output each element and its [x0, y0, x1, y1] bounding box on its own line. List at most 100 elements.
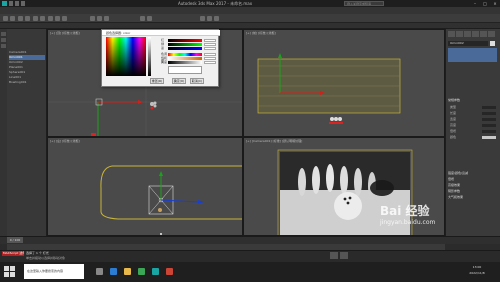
- mirror-icon[interactable]: [140, 16, 145, 21]
- unlink-icon[interactable]: [25, 16, 30, 21]
- value-label: 亮度: [161, 60, 168, 64]
- undo-icon[interactable]: [3, 16, 8, 21]
- color-picker-title[interactable]: 颜色选择器: color: [102, 30, 220, 36]
- material-editor-icon[interactable]: [200, 16, 205, 21]
- utilities-tab-icon[interactable]: [488, 31, 495, 37]
- saturation-slider[interactable]: [168, 57, 202, 60]
- blue-slider[interactable]: [168, 47, 202, 50]
- color-label: 颜色: [450, 135, 457, 139]
- brightness-slider[interactable]: [148, 37, 151, 76]
- main-toolbar: [0, 14, 500, 23]
- open-file-icon[interactable]: [15, 1, 19, 6]
- value-slider[interactable]: [168, 61, 202, 64]
- snap-icon[interactable]: [90, 16, 95, 21]
- modifier-stack-item[interactable]: [448, 48, 497, 62]
- chrome-icon[interactable]: [138, 268, 145, 275]
- select-icon[interactable]: [33, 16, 38, 21]
- object-name-field[interactable]: Omni002: [448, 41, 488, 46]
- saturation-value-field[interactable]: [204, 57, 216, 60]
- display-tab-icon[interactable]: [480, 31, 487, 37]
- task-view-icon[interactable]: [96, 268, 103, 275]
- create-tab-icon[interactable]: [448, 31, 455, 37]
- play-button[interactable]: [330, 252, 338, 259]
- height-label: 高度: [450, 123, 457, 127]
- width-row: 宽度: [450, 117, 499, 122]
- viewport-left-graphics: [100, 165, 242, 235]
- percent-snap-icon[interactable]: [104, 16, 109, 21]
- app-taskbar-icon[interactable]: [166, 268, 173, 275]
- reset-button[interactable]: 重置(R): [150, 78, 164, 84]
- align-icon[interactable]: [147, 16, 152, 21]
- redo-icon[interactable]: [10, 16, 15, 21]
- advanced-effects-rollout[interactable]: 高级效果: [448, 183, 499, 188]
- motion-tab-icon[interactable]: [472, 31, 479, 37]
- green-slider[interactable]: [168, 43, 202, 46]
- type-dropdown[interactable]: [482, 106, 496, 109]
- search-input[interactable]: 键入关键字或短语: [344, 1, 384, 6]
- multiplier-row: 倍增: [450, 129, 499, 134]
- intensity-rollout[interactable]: 强度/颜色/衰减: [448, 171, 499, 176]
- red-value-field[interactable]: [204, 39, 216, 42]
- status-bar: [0, 250, 500, 262]
- cancel-button[interactable]: 取消(C): [190, 78, 204, 84]
- select-region-icon[interactable]: [40, 16, 45, 21]
- hue-slider[interactable]: [168, 53, 202, 56]
- scene-item-bowling[interactable]: Bowling001: [9, 80, 45, 85]
- ok-button[interactable]: 确定(O): [172, 78, 186, 84]
- color-picker-dialog: 颜色选择器: color 红 绿 蓝 色调 饱和度 亮度 重置(R) 确定(O)…: [101, 29, 220, 87]
- windows-start-icon[interactable]: [4, 266, 15, 277]
- system-clock[interactable]: 13:00 2022/11/8: [456, 264, 498, 280]
- object-color-swatch[interactable]: [490, 41, 495, 46]
- maximize-button[interactable]: □: [480, 0, 490, 7]
- value-value-field[interactable]: [204, 61, 216, 64]
- clock-date: 2022/11/8: [469, 271, 485, 275]
- frame-counter[interactable]: 0 / 100: [7, 237, 23, 243]
- filter-icon[interactable]: [1, 32, 6, 36]
- move-icon[interactable]: [48, 16, 53, 21]
- menu-bar[interactable]: [0, 7, 500, 14]
- general-params-rollout[interactable]: 常规参数: [448, 98, 499, 103]
- height-field[interactable]: [482, 124, 496, 127]
- 3dsmax-taskbar-icon[interactable]: [152, 268, 159, 275]
- render-icon[interactable]: [214, 16, 219, 21]
- light-color-swatch[interactable]: [482, 136, 496, 139]
- multiplier-rollout[interactable]: 倍增: [448, 177, 499, 182]
- multiplier-label: 倍增: [450, 129, 457, 133]
- angle-snap-icon[interactable]: [97, 16, 102, 21]
- close-button[interactable]: ×: [490, 0, 500, 7]
- width-field[interactable]: [482, 118, 496, 121]
- maxscript-listener[interactable]: MAXScript 迷你侦听器: [2, 251, 24, 256]
- camera-filter-icon[interactable]: [1, 44, 6, 48]
- atmospheres-rollout[interactable]: 大气和效果: [448, 195, 499, 200]
- scene-explorer: Camera001 Omni001 Omni002 Plane001 Spher…: [7, 29, 47, 236]
- height-row: 高度: [450, 123, 499, 128]
- left-tool-strip: [0, 29, 7, 236]
- light-filter-icon[interactable]: [1, 38, 6, 42]
- taskbar-search-input[interactable]: 在这里输入你要搜索的内容: [24, 264, 84, 279]
- hierarchy-tab-icon[interactable]: [464, 31, 471, 37]
- scale-icon[interactable]: [62, 16, 67, 21]
- length-field[interactable]: [482, 112, 496, 115]
- rotate-icon[interactable]: [55, 16, 60, 21]
- render-setup-icon[interactable]: [207, 16, 212, 21]
- new-file-icon[interactable]: [9, 1, 13, 6]
- baidu-watermark: Bai 经验 jingyan.baidu.com: [380, 203, 480, 248]
- link-icon[interactable]: [18, 16, 23, 21]
- minimize-button[interactable]: –: [470, 0, 480, 7]
- key-mode-button[interactable]: [340, 252, 348, 259]
- shadow-params-rollout[interactable]: 阴影参数: [448, 189, 499, 194]
- file-explorer-icon[interactable]: [124, 268, 131, 275]
- color-spectrum[interactable]: [106, 37, 146, 76]
- width-label: 宽度: [450, 117, 457, 121]
- red-slider[interactable]: [168, 39, 202, 42]
- watermark-brand: Bai 经验: [380, 204, 430, 218]
- green-value-field[interactable]: [204, 43, 216, 46]
- blue-value-field[interactable]: [204, 47, 216, 50]
- viewport-front[interactable]: [+] [前] [标准] [线框]: [243, 29, 445, 137]
- modify-tab-icon[interactable]: [456, 31, 463, 37]
- save-file-icon[interactable]: [21, 1, 25, 6]
- hue-value-field[interactable]: [204, 53, 216, 56]
- viewport-left[interactable]: [+] [左] [标准] [线框]: [47, 137, 243, 236]
- multiplier-field[interactable]: [482, 130, 496, 133]
- edge-browser-icon[interactable]: [110, 268, 117, 275]
